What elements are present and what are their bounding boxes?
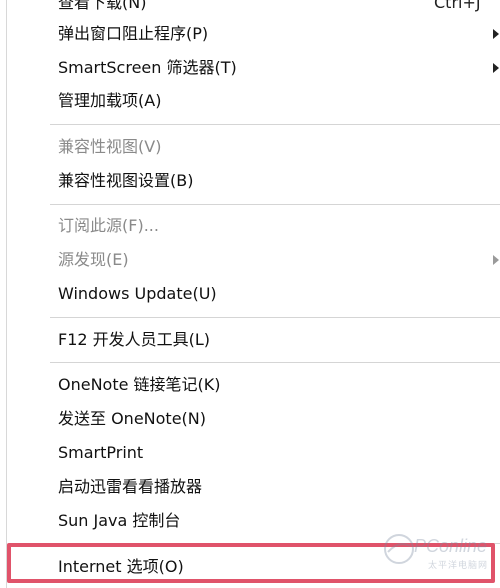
menu-item-label: 管理加载项(A) xyxy=(58,91,162,110)
menu-item-shortcut: Ctrl+J xyxy=(434,0,481,12)
submenu-arrow-icon xyxy=(493,255,499,265)
menu-item-label: 查看下载(N) xyxy=(58,0,147,12)
menu-item-label: OneNote 链接笔记(K) xyxy=(58,375,221,394)
menu-separator xyxy=(50,362,500,363)
menu-item-label: 弹出窗口阻止程序(P) xyxy=(58,24,209,43)
menu-separator xyxy=(50,317,500,318)
menu-gutter-line xyxy=(6,0,7,588)
menu-item-feed-discovery[interactable]: 源发现(E) xyxy=(20,245,499,275)
submenu-arrow-icon xyxy=(493,29,499,39)
menu-item-manage-addons[interactable]: 管理加载项(A) xyxy=(20,86,496,116)
menu-item-label: SmartPrint xyxy=(58,443,144,462)
menu-item-f12-developer-tools[interactable]: F12 开发人员工具(L) xyxy=(20,325,496,355)
menu-item-label: 发送至 OneNote(N) xyxy=(58,409,206,428)
menu-item-label: Sun Java 控制台 xyxy=(58,511,181,530)
menu-item-send-to-onenote[interactable]: 发送至 OneNote(N) xyxy=(20,404,496,434)
menu-item-label: F12 开发人员工具(L) xyxy=(58,330,211,349)
menu-item-compat-view-settings[interactable]: 兼容性视图设置(B) xyxy=(20,166,496,196)
submenu-arrow-icon xyxy=(493,63,499,73)
menu-item-sun-java-console[interactable]: Sun Java 控制台 xyxy=(20,506,496,536)
menu-item-view-downloads[interactable]: 查看下载(N) Ctrl+J xyxy=(20,0,496,18)
menu-item-popup-blocker[interactable]: 弹出窗口阻止程序(P) xyxy=(20,19,499,49)
tools-context-menu: 查看下载(N) Ctrl+J 弹出窗口阻止程序(P) SmartScreen 筛… xyxy=(0,0,500,588)
menu-item-smartscreen-filter[interactable]: SmartScreen 筛选器(T) xyxy=(20,53,499,83)
menu-item-windows-update[interactable]: Windows Update(U) xyxy=(20,279,496,309)
menu-item-label: Windows Update(U) xyxy=(58,284,217,303)
menu-item-compat-view[interactable]: 兼容性视图(V) xyxy=(20,132,496,162)
menu-item-label: 启动迅雷看看播放器 xyxy=(58,477,203,496)
menu-item-xunlei-player[interactable]: 启动迅雷看看播放器 xyxy=(20,472,496,502)
menu-item-label: 源发现(E) xyxy=(58,250,129,269)
menu-separator xyxy=(50,204,500,205)
menu-item-label: SmartScreen 筛选器(T) xyxy=(58,58,237,77)
menu-item-subscribe-feed[interactable]: 订阅此源(F)... xyxy=(20,211,496,241)
menu-item-label: 兼容性视图设置(B) xyxy=(58,171,194,190)
menu-separator xyxy=(50,124,500,125)
internet-options-highlight-box xyxy=(7,543,495,583)
menu-item-smartprint[interactable]: SmartPrint xyxy=(20,438,496,468)
menu-item-onenote-linked-notes[interactable]: OneNote 链接笔记(K) xyxy=(20,370,496,400)
menu-item-label: 兼容性视图(V) xyxy=(58,137,162,156)
menu-item-label: 订阅此源(F)... xyxy=(58,216,159,235)
